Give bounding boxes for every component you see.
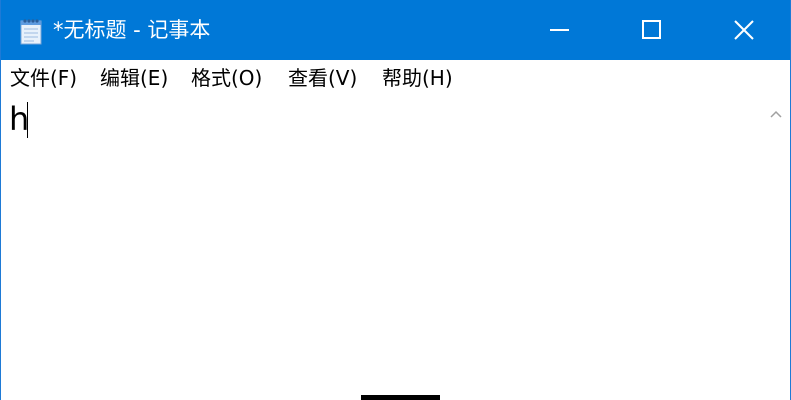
menu-help[interactable]: 帮助(H) xyxy=(382,65,453,91)
vertical-scrollbar[interactable] xyxy=(761,96,790,400)
menu-file[interactable]: 文件(F) xyxy=(10,65,77,91)
title-bar[interactable]: *无标题 - 记事本 xyxy=(1,0,790,60)
close-button[interactable] xyxy=(698,0,790,60)
menu-bar: 文件(F) 编辑(E) 格式(O) 查看(V) 帮助(H) xyxy=(1,60,790,96)
window-title: *无标题 - 记事本 xyxy=(53,18,211,42)
menu-format[interactable]: 格式(O) xyxy=(191,65,262,91)
maximize-button[interactable] xyxy=(606,0,698,60)
minimize-icon xyxy=(550,29,569,31)
text-caret xyxy=(27,102,28,138)
scroll-up-button[interactable] xyxy=(761,104,790,124)
menu-view[interactable]: 查看(V) xyxy=(288,65,357,91)
minimize-button[interactable] xyxy=(514,0,606,60)
close-icon xyxy=(734,20,754,40)
text-editor[interactable]: h xyxy=(1,96,761,400)
notepad-icon[interactable] xyxy=(18,17,44,45)
notepad-window: *无标题 - 记事本 文件(F) 编辑(E) 格式(O) 查看(V) 帮助(H)… xyxy=(0,0,791,400)
chevron-up-icon xyxy=(769,110,782,118)
menu-edit[interactable]: 编辑(E) xyxy=(100,65,168,91)
maximize-icon xyxy=(642,20,661,39)
taskbar-fragment xyxy=(361,395,440,400)
